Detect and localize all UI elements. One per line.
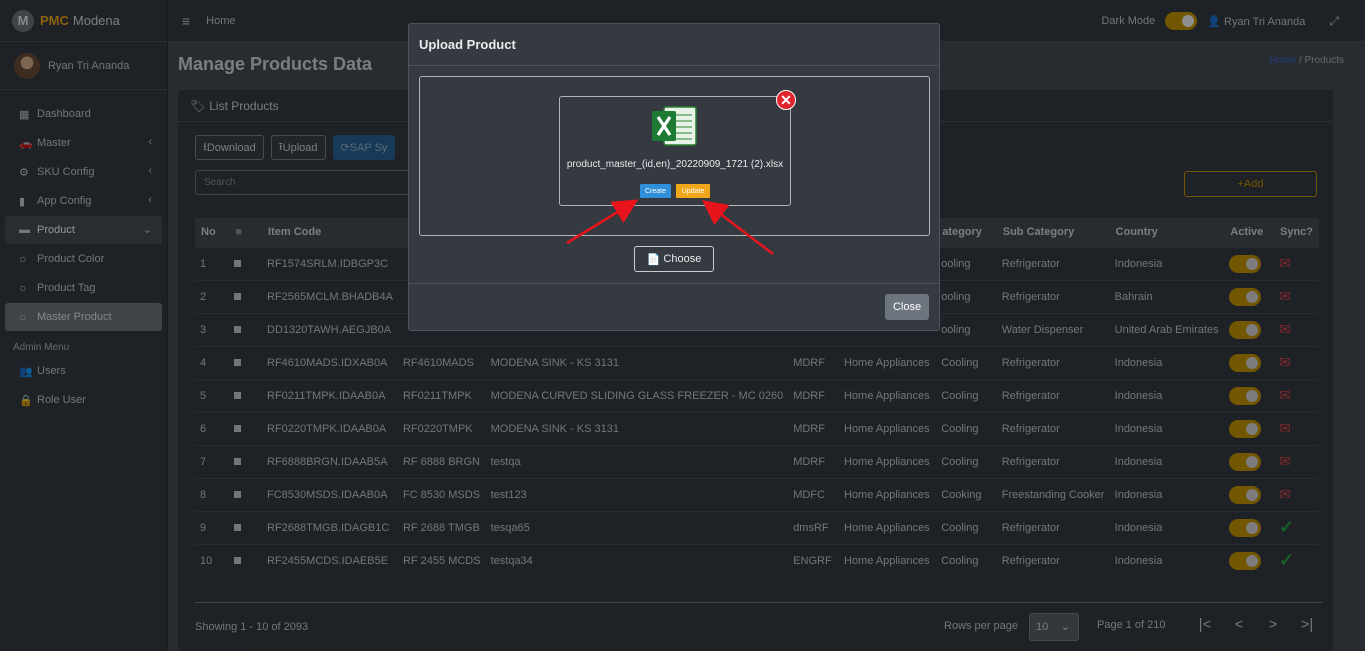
close-button[interactable]: Close bbox=[885, 294, 929, 320]
choose-label: Choose bbox=[663, 253, 702, 265]
file-dropzone[interactable]: ✕ product_master_(id,en)_20220909_1721 (… bbox=[419, 76, 930, 236]
file-icon: 📄 bbox=[646, 253, 661, 266]
update-button[interactable]: Update bbox=[676, 184, 710, 198]
file-name: product_master_(id,en)_20220909_1721 (2)… bbox=[566, 159, 784, 170]
choose-file-button[interactable]: 📄 Choose bbox=[634, 246, 714, 272]
file-preview: ✕ product_master_(id,en)_20220909_1721 (… bbox=[559, 90, 796, 206]
remove-file-icon[interactable]: ✕ bbox=[776, 90, 796, 110]
modal-title: Upload Product bbox=[409, 24, 939, 66]
divider bbox=[409, 283, 939, 284]
upload-product-modal: Upload Product ✕ product_master_(id,en)_… bbox=[408, 23, 940, 331]
create-button[interactable]: Create bbox=[640, 184, 671, 198]
excel-file-icon bbox=[652, 106, 697, 146]
